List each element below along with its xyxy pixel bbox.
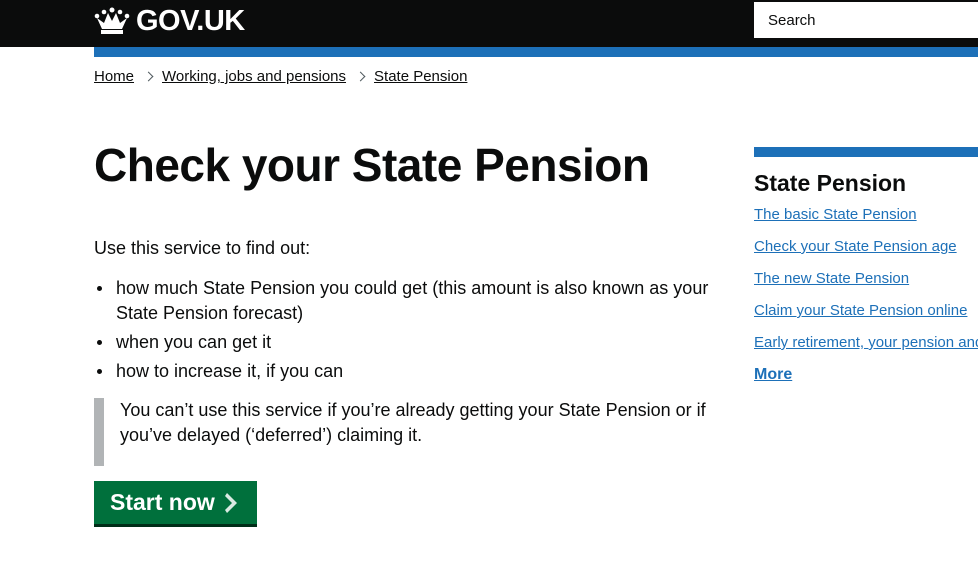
crown-icon <box>94 7 130 34</box>
search-input[interactable] <box>754 2 978 38</box>
breadcrumb-working-jobs-pensions[interactable]: Working, jobs and pensions <box>162 68 346 85</box>
inset-text-content: You can’t use this service if you’re alr… <box>120 400 706 445</box>
related-link-basic-state-pension[interactable]: The basic State Pension <box>754 206 917 223</box>
list-item: how much State Pension you could get (th… <box>94 276 724 326</box>
site-header: GOV.UK <box>0 0 978 47</box>
related-more-link[interactable]: More <box>754 366 792 384</box>
list-item: how to increase it, if you can <box>94 359 724 384</box>
govuk-logo-link[interactable]: GOV.UK <box>94 5 245 37</box>
chevron-right-icon <box>224 492 237 513</box>
intro-text: Use this service to find out: <box>94 238 311 258</box>
related-link-claim-online[interactable]: Claim your State Pension online <box>754 302 967 319</box>
chevron-right-icon <box>355 71 366 82</box>
related-content: State Pension The basic State Pension Ch… <box>754 147 978 384</box>
feature-list: how much State Pension you could get (th… <box>94 276 724 388</box>
related-accent-bar <box>754 147 978 157</box>
inset-text: You can’t use this service if you’re alr… <box>94 398 714 466</box>
logo-text: GOV.UK <box>136 4 245 37</box>
related-link-check-state-pension-age[interactable]: Check your State Pension age <box>754 238 957 255</box>
start-button-label: Start now <box>110 489 215 515</box>
breadcrumb-home[interactable]: Home <box>94 68 134 85</box>
related-link-early-retirement[interactable]: Early retirement, your pension and benef… <box>754 334 978 351</box>
page-title: Check your State Pension <box>94 139 650 191</box>
related-title: State Pension <box>754 170 907 196</box>
breadcrumb: Home Working, jobs and pensions State Pe… <box>94 68 467 85</box>
list-item: when you can get it <box>94 330 724 355</box>
chevron-right-icon <box>143 71 154 82</box>
search-box <box>754 2 978 38</box>
related-links: The basic State Pension Check your State… <box>754 206 978 366</box>
related-link-new-state-pension[interactable]: The new State Pension <box>754 270 909 287</box>
start-now-button[interactable]: Start now <box>94 481 257 524</box>
breadcrumb-state-pension[interactable]: State Pension <box>374 68 467 85</box>
header-accent-bar <box>94 47 978 57</box>
